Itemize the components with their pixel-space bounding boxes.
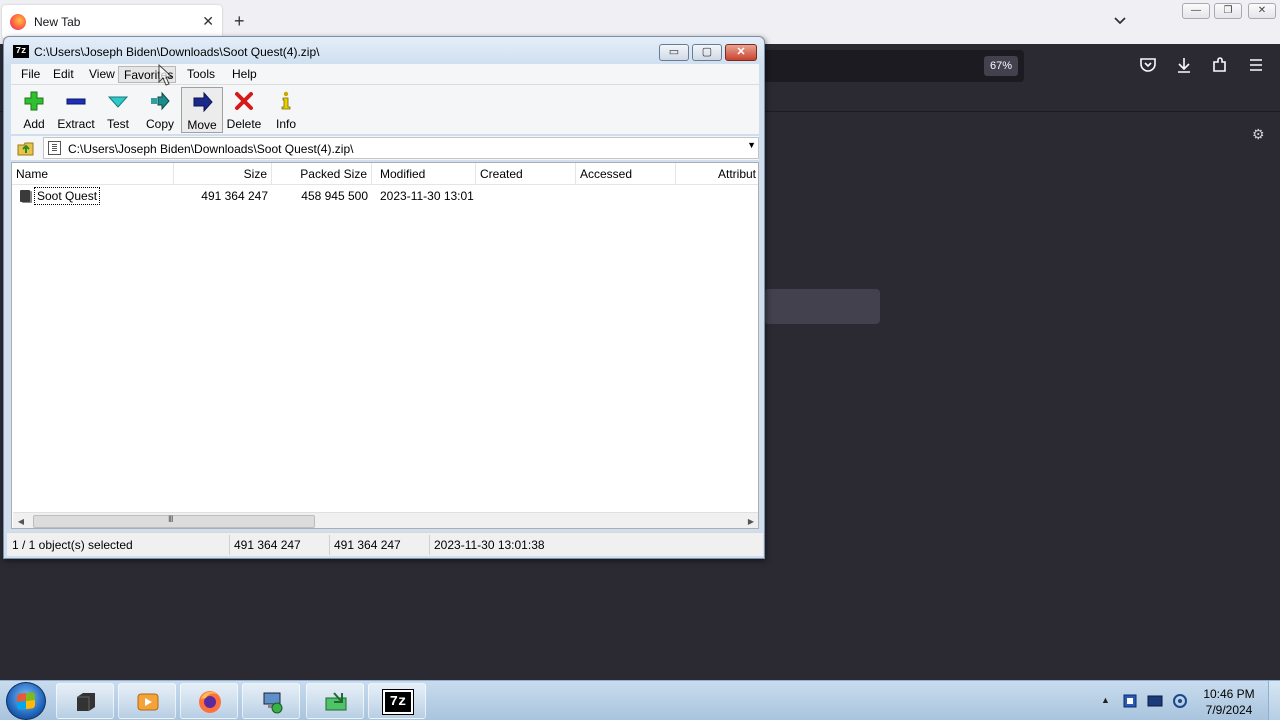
row-name[interactable]: Soot Quest <box>34 187 101 205</box>
test-icon <box>108 96 128 108</box>
clock-time: 10:46 PM <box>1203 687 1255 701</box>
gear-icon[interactable]: ⚙ <box>1252 126 1265 143</box>
file-list: Name Size Packed Size Modified Created A… <box>11 162 759 529</box>
tab-title: New Tab <box>34 15 81 29</box>
menu-edit[interactable]: Edit <box>48 66 79 83</box>
status-size: 491 364 247 <box>234 538 301 552</box>
menu-tools[interactable]: Tools <box>182 66 220 83</box>
chevron-down-icon[interactable] <box>1112 12 1128 28</box>
clock[interactable]: 10:46 PM 7/9/2024 <box>1192 686 1266 718</box>
row-size: 491 364 247 <box>201 189 268 203</box>
menu-help[interactable]: Help <box>227 66 262 83</box>
newtab-search-box[interactable] <box>764 289 880 324</box>
path-text: C:\Users\Joseph Biden\Downloads\Soot Que… <box>68 142 354 156</box>
menu-file[interactable]: File <box>16 66 45 83</box>
folder-icon <box>20 190 30 202</box>
dropdown-arrow-icon[interactable]: ▼ <box>747 140 756 150</box>
copy-button[interactable]: Copy <box>139 87 181 133</box>
col-accessed[interactable]: Accessed <box>576 163 676 185</box>
row-packed-size: 458 945 500 <box>301 189 368 203</box>
title-bar[interactable]: 7z C:\Users\Joseph Biden\Downloads\Soot … <box>4 37 764 65</box>
tab-close-icon[interactable]: ✕ <box>202 13 214 29</box>
scrollbar-thumb[interactable]: III <box>33 514 315 528</box>
add-button[interactable]: Add <box>13 87 55 133</box>
zoom-level-badge[interactable]: 67% <box>984 56 1018 76</box>
browser-tab[interactable]: New Tab ✕ <box>2 5 222 39</box>
scroll-right-icon[interactable]: ▶ <box>743 514 758 528</box>
status-packed: 491 364 247 <box>334 538 401 552</box>
hamburger-menu-icon[interactable] <box>1246 55 1266 75</box>
zip-file-icon <box>48 141 61 155</box>
tray-app-icon[interactable] <box>1122 693 1138 709</box>
path-combobox[interactable]: C:\Users\Joseph Biden\Downloads\Soot Que… <box>43 137 759 159</box>
taskbar-firefox[interactable] <box>180 683 238 719</box>
firefox-icon <box>199 691 221 713</box>
start-button[interactable] <box>6 682 46 720</box>
extract-icon <box>66 98 86 105</box>
add-icon <box>24 91 44 111</box>
window-title: C:\Users\Joseph Biden\Downloads\Soot Que… <box>34 45 320 59</box>
info-icon <box>281 91 291 110</box>
browser-close-button[interactable]: ✕ <box>1248 3 1276 19</box>
taskbar-network-computer[interactable] <box>242 683 300 719</box>
address-bar: C:\Users\Joseph Biden\Downloads\Soot Que… <box>11 136 759 160</box>
file-manager-icon <box>325 692 347 711</box>
terminal-icon <box>77 693 95 711</box>
mouse-cursor-icon <box>158 64 174 86</box>
maximize-button[interactable]: ▢ <box>692 44 722 61</box>
clock-date: 7/9/2024 <box>1205 703 1253 717</box>
display-icon[interactable] <box>1147 693 1163 709</box>
extensions-icon[interactable] <box>1210 55 1230 75</box>
status-bar: 1 / 1 object(s) selected 491 364 247 491… <box>7 532 763 556</box>
extract-button[interactable]: Extract <box>55 87 97 133</box>
horizontal-scrollbar[interactable]: ◀ III ▶ <box>13 512 758 528</box>
menu-view[interactable]: View <box>84 66 120 83</box>
col-name[interactable]: Name <box>12 163 174 185</box>
folder-up-icon[interactable] <box>17 139 35 157</box>
col-attributes[interactable]: Attribut <box>676 163 758 185</box>
taskbar-file-manager[interactable] <box>306 683 364 719</box>
firefox-icon <box>10 14 26 30</box>
col-modified[interactable]: Modified <box>376 163 476 185</box>
sevenzip-taskbar-icon: 7z <box>382 689 414 715</box>
new-tab-button[interactable]: + <box>234 11 245 31</box>
browser-restore-button[interactable]: ❐ <box>1214 3 1242 19</box>
close-button[interactable]: ✕ <box>725 44 757 61</box>
menu-bar: File Edit View Favorites Tools Help <box>11 64 759 84</box>
taskbar-terminal[interactable] <box>56 683 114 719</box>
scroll-left-icon[interactable]: ◀ <box>13 514 29 528</box>
info-button[interactable]: Info <box>265 87 307 133</box>
list-header: Name Size Packed Size Modified Created A… <box>12 163 758 185</box>
pocket-icon[interactable] <box>1138 55 1158 75</box>
download-icon[interactable] <box>1174 55 1194 75</box>
copy-icon <box>151 91 170 111</box>
move-icon <box>193 92 213 112</box>
col-size[interactable]: Size <box>174 163 272 185</box>
network-icon[interactable] <box>1172 693 1188 709</box>
taskbar-7zip[interactable]: 7z <box>368 683 426 719</box>
show-desktop-button[interactable] <box>1268 681 1280 720</box>
move-button[interactable]: Move <box>181 87 223 133</box>
network-computer-icon <box>263 692 283 714</box>
row-modified: 2023-11-30 13:01 <box>380 189 474 203</box>
taskbar-media-player[interactable] <box>118 683 176 719</box>
status-modified: 2023-11-30 13:01:38 <box>434 538 545 552</box>
test-button[interactable]: Test <box>97 87 139 133</box>
media-player-icon <box>137 693 159 711</box>
delete-button[interactable]: Delete <box>223 87 265 133</box>
col-packed-size[interactable]: Packed Size <box>272 163 372 185</box>
status-selection: 1 / 1 object(s) selected <box>12 538 133 552</box>
taskbar: 7z ▲ 10:46 PM 7/9/2024 <box>0 680 1280 720</box>
col-created[interactable]: Created <box>476 163 576 185</box>
sevenzip-window: 7z C:\Users\Joseph Biden\Downloads\Soot … <box>3 36 765 559</box>
sevenzip-app-icon: 7z <box>13 45 29 58</box>
browser-minimize-button[interactable]: — <box>1182 3 1210 19</box>
minimize-button[interactable]: ▭ <box>659 44 689 61</box>
tray-expand-icon[interactable]: ▲ <box>1101 695 1110 705</box>
toolbar: Add Extract Test Copy Move Delete Info <box>11 84 759 134</box>
delete-icon <box>235 92 253 110</box>
